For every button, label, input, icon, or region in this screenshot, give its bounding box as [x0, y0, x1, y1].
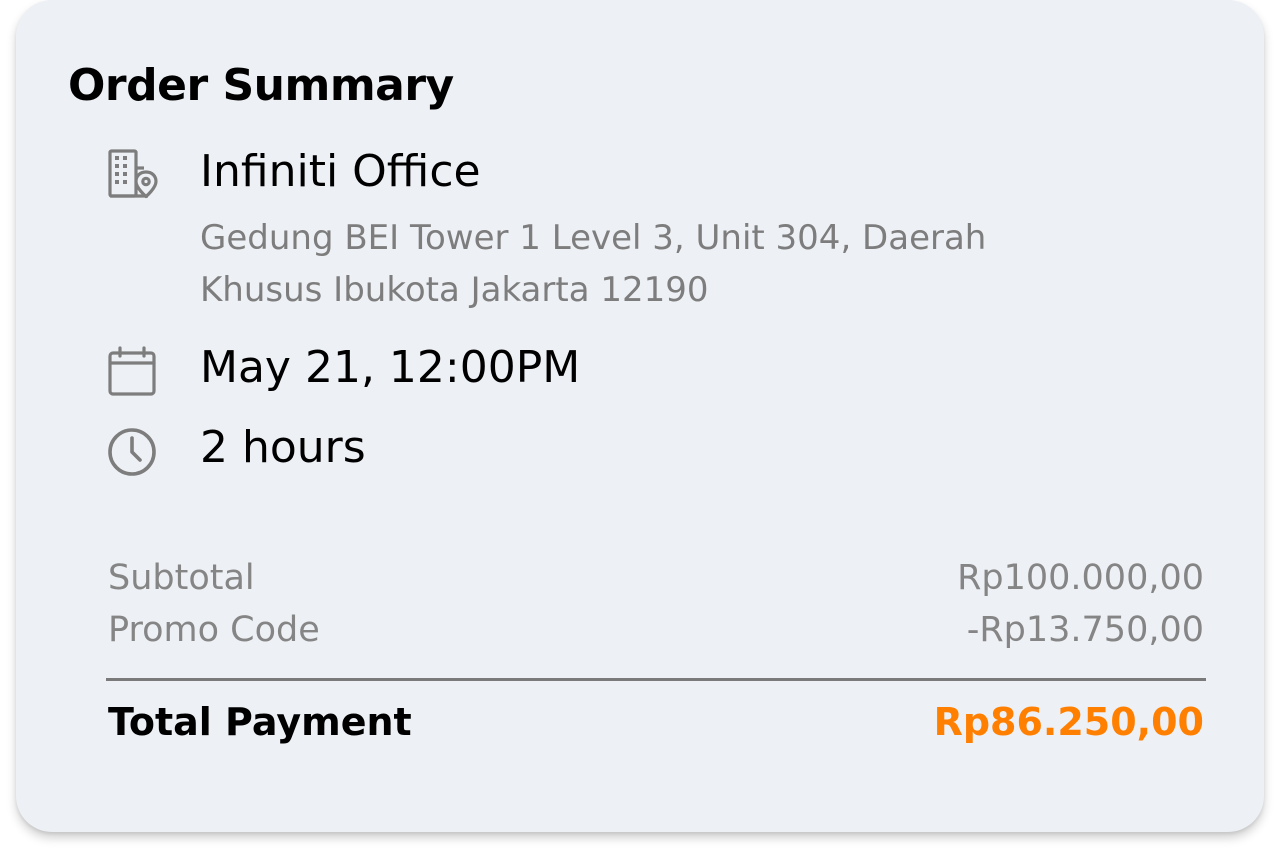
- venue-name: Infiniti Office: [200, 146, 481, 197]
- booking-date: May 21, 12:00PM: [200, 342, 581, 393]
- booking-duration: 2 hours: [200, 422, 366, 473]
- promo-code-row: Promo Code -Rp13.750,00: [108, 610, 1204, 650]
- total-payment-label: Total Payment: [108, 700, 412, 744]
- promo-code-label: Promo Code: [108, 610, 320, 650]
- order-summary-card: Order Summary Infiniti Office Gedung BEI…: [16, 0, 1264, 832]
- total-divider: [106, 678, 1206, 681]
- venue-address: Gedung BEI Tower 1 Level 3, Unit 304, Da…: [200, 218, 987, 310]
- total-payment-value: Rp86.250,00: [933, 700, 1204, 744]
- calendar-icon: [104, 344, 160, 400]
- promo-code-value: -Rp13.750,00: [966, 610, 1204, 650]
- clock-icon: [104, 424, 160, 480]
- subtotal-label: Subtotal: [108, 558, 255, 598]
- total-payment-row: Total Payment Rp86.250,00: [108, 700, 1204, 744]
- order-summary-title: Order Summary: [68, 60, 454, 111]
- building-location-icon: [104, 146, 160, 202]
- subtotal-row: Subtotal Rp100.000,00: [108, 558, 1204, 598]
- subtotal-value: Rp100.000,00: [957, 558, 1204, 598]
